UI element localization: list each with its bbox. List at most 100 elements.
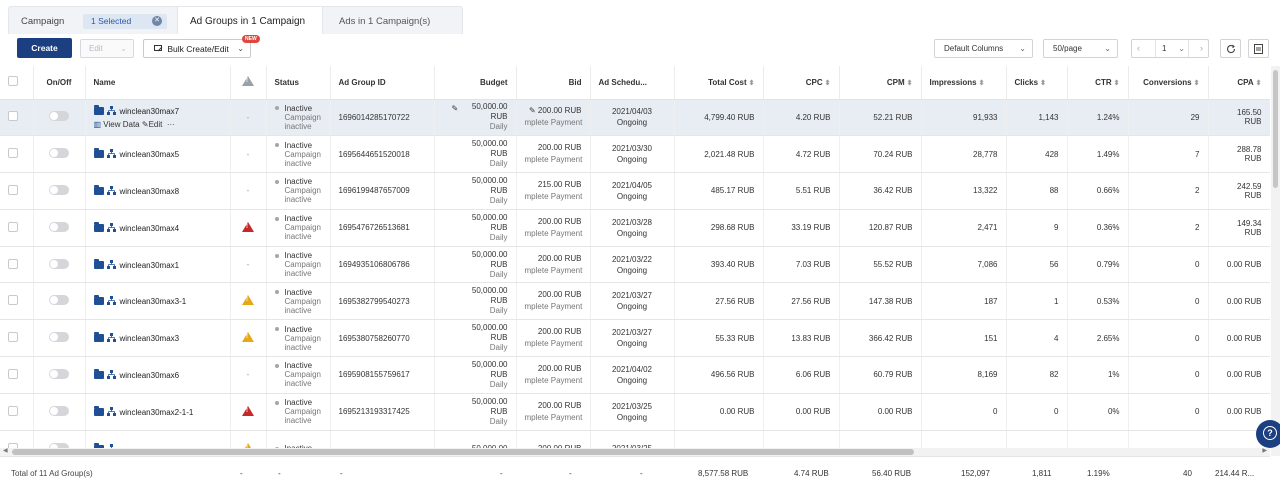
col-impressions[interactable]: Impressions ⬍ — [921, 66, 1007, 100]
horizontal-scroll-thumb[interactable] — [12, 449, 914, 455]
onoff-toggle[interactable] — [49, 258, 69, 269]
col-conversions[interactable]: Conversions ⬍ — [1128, 66, 1209, 100]
tab-campaign[interactable]: Campaign — [21, 16, 64, 27]
warning-icon[interactable] — [242, 332, 254, 343]
row-checkbox[interactable] — [8, 405, 18, 416]
schedule-status: Ongoing — [616, 228, 648, 238]
clicks-cell: 82 — [1006, 356, 1068, 394]
onoff-toggle[interactable] — [49, 405, 69, 416]
table-row[interactable]: winclean30max3InactiveCampaigninactive16… — [0, 319, 1270, 358]
sort-icon[interactable]: ⬍ — [1256, 80, 1262, 87]
selected-chip[interactable]: 1 Selected ✕ — [83, 14, 167, 29]
row-checkbox[interactable] — [8, 184, 18, 195]
warning-icon[interactable] — [242, 221, 254, 232]
bid-cell: 200.00 RUB — [516, 430, 591, 448]
tab-ads[interactable]: Ads in 1 Campaign(s) — [339, 16, 430, 27]
row-checkbox[interactable] — [8, 111, 18, 122]
col-budget: Budget — [434, 66, 517, 100]
ad-group-name[interactable]: winclean30max5 — [120, 150, 180, 159]
ctr-cell: 1.49% — [1067, 135, 1129, 174]
col-cpa[interactable]: CPA ⬍ — [1208, 66, 1270, 100]
page-select[interactable]: 1 ⌄ — [1155, 40, 1189, 57]
next-page-icon[interactable]: › — [1200, 43, 1203, 53]
clear-selection-icon[interactable]: ✕ — [152, 16, 162, 26]
ad-group-name[interactable]: winclean30max7 — [120, 107, 180, 116]
vertical-scrollbar[interactable] — [1271, 66, 1280, 456]
impressions-cell — [921, 430, 1007, 448]
ad-group-name[interactable]: winclean30max3-1 — [120, 297, 187, 306]
budget-currency: RUB — [490, 259, 508, 269]
onoff-toggle[interactable] — [49, 295, 69, 306]
scroll-left-icon[interactable]: ◀ — [3, 447, 8, 454]
ad-group-name[interactable]: winclean30max6 — [120, 371, 180, 380]
row-checkbox[interactable] — [8, 332, 18, 343]
horizontal-scrollbar[interactable]: ◀ ▶ — [0, 448, 1270, 456]
sort-icon[interactable]: ⬍ — [979, 80, 985, 87]
folder-icon — [93, 332, 104, 343]
edit-dropdown[interactable]: Edit ⌄ — [80, 39, 134, 58]
prev-page-icon[interactable]: ‹ — [1137, 43, 1140, 53]
table-row[interactable]: winclean30max8- Inactive Campaign inactive 1… — [0, 172, 1270, 210]
table-row[interactable]: winclean30max3-1 InactiveCampaigninactive… — [0, 282, 1270, 321]
cpa-value: 0.00 RUB — [1226, 333, 1262, 343]
edit-bid-icon[interactable]: ✎ — [529, 106, 536, 115]
col-cpm[interactable]: CPM ⬍ — [839, 66, 922, 100]
ad-group-name[interactable]: winclean30max4 — [120, 224, 180, 233]
view-data-link[interactable]: View Data — [103, 120, 139, 129]
col-clicks[interactable]: Clicks ⬍ — [1006, 66, 1068, 100]
table-row[interactable]: winclean30max5- Inactive Campaign inactive 1… — [0, 135, 1270, 174]
page-size-select[interactable]: 50/page ⌄ — [1043, 39, 1118, 58]
edit-budget-icon[interactable]: ✎ — [452, 104, 459, 114]
table-row[interactable]: winclean30max6- Inactive Campaign inactive 1… — [0, 356, 1270, 394]
warning-icon[interactable] — [242, 295, 254, 306]
sort-icon[interactable]: ⬍ — [1040, 80, 1046, 87]
table-row[interactable]: winclean30max7 ▥ View Data ✎Edit ··· - Inac… — [0, 99, 1270, 137]
bulk-create-edit-button[interactable]: Bulk Create/Edit ⌄ — [143, 39, 251, 58]
row-checkbox[interactable] — [8, 295, 18, 306]
sort-icon[interactable]: ⬍ — [749, 80, 755, 87]
refresh-button[interactable] — [1220, 39, 1241, 58]
sort-icon[interactable]: ⬍ — [825, 80, 831, 87]
help-button[interactable]: ? — [1256, 420, 1280, 448]
onoff-toggle[interactable] — [49, 148, 69, 159]
sort-icon[interactable]: ⬍ — [1114, 80, 1120, 87]
row-checkbox[interactable] — [8, 368, 18, 379]
onoff-toggle[interactable] — [49, 111, 69, 122]
ad-group-name[interactable]: winclean30max1 — [120, 261, 180, 270]
sort-icon[interactable]: ⬍ — [1194, 80, 1200, 87]
columns-select[interactable]: Default Columns ⌄ — [934, 39, 1033, 58]
edit-link[interactable]: Edit — [149, 120, 163, 129]
col-total-cost[interactable]: Total Cost ⬍ — [674, 66, 764, 100]
folder-icon — [93, 148, 104, 159]
create-button[interactable]: Create — [17, 38, 72, 58]
select-all-checkbox[interactable] — [8, 76, 18, 87]
col-cpc[interactable]: CPC ⬍ — [763, 66, 840, 100]
export-button[interactable] — [1248, 39, 1269, 58]
tab-ad-groups[interactable]: Ad Groups in 1 Campaign — [177, 7, 323, 35]
table-row[interactable]: winclean30max4InactiveCampaigninactive16… — [0, 209, 1270, 247]
table-row[interactable]: winclean30max1- Inactive Campaign inactive 1… — [0, 246, 1270, 284]
more-icon[interactable]: ··· — [167, 120, 175, 129]
onoff-toggle[interactable] — [49, 368, 69, 379]
cpa-cell: 0.00 RUB — [1208, 246, 1270, 284]
vertical-scroll-thumb[interactable] — [1273, 70, 1278, 188]
ad-group-tree-icon — [106, 222, 116, 232]
table-row[interactable]: winclean30max2-1-1 InactiveCampaigninacti… — [0, 393, 1270, 431]
ad-group-name[interactable]: winclean30max2-1-1 — [120, 408, 194, 417]
onoff-toggle[interactable] — [49, 221, 69, 232]
status-sub1: Campaign — [284, 370, 321, 380]
warning-icon[interactable] — [242, 405, 254, 416]
table-row[interactable]: Inactive 50,000.00200.00 RUB2021/03/25 — [0, 430, 1270, 448]
onoff-toggle[interactable] — [49, 184, 69, 195]
ad-group-name[interactable]: winclean30max8 — [120, 187, 180, 196]
row-checkbox[interactable] — [8, 258, 18, 269]
status-cell: Inactive Campaign inactive — [266, 209, 331, 247]
row-checkbox[interactable] — [8, 221, 18, 232]
onoff-toggle[interactable] — [49, 332, 69, 343]
scroll-right-icon[interactable]: ▶ — [1262, 447, 1267, 454]
col-ctr[interactable]: CTR ⬍ — [1067, 66, 1129, 100]
ad-group-name[interactable]: winclean30max3 — [120, 334, 180, 343]
row-checkbox[interactable] — [8, 148, 18, 159]
total-cost-cell: 496.56 RUB — [674, 356, 764, 394]
sort-icon[interactable]: ⬍ — [907, 80, 913, 87]
